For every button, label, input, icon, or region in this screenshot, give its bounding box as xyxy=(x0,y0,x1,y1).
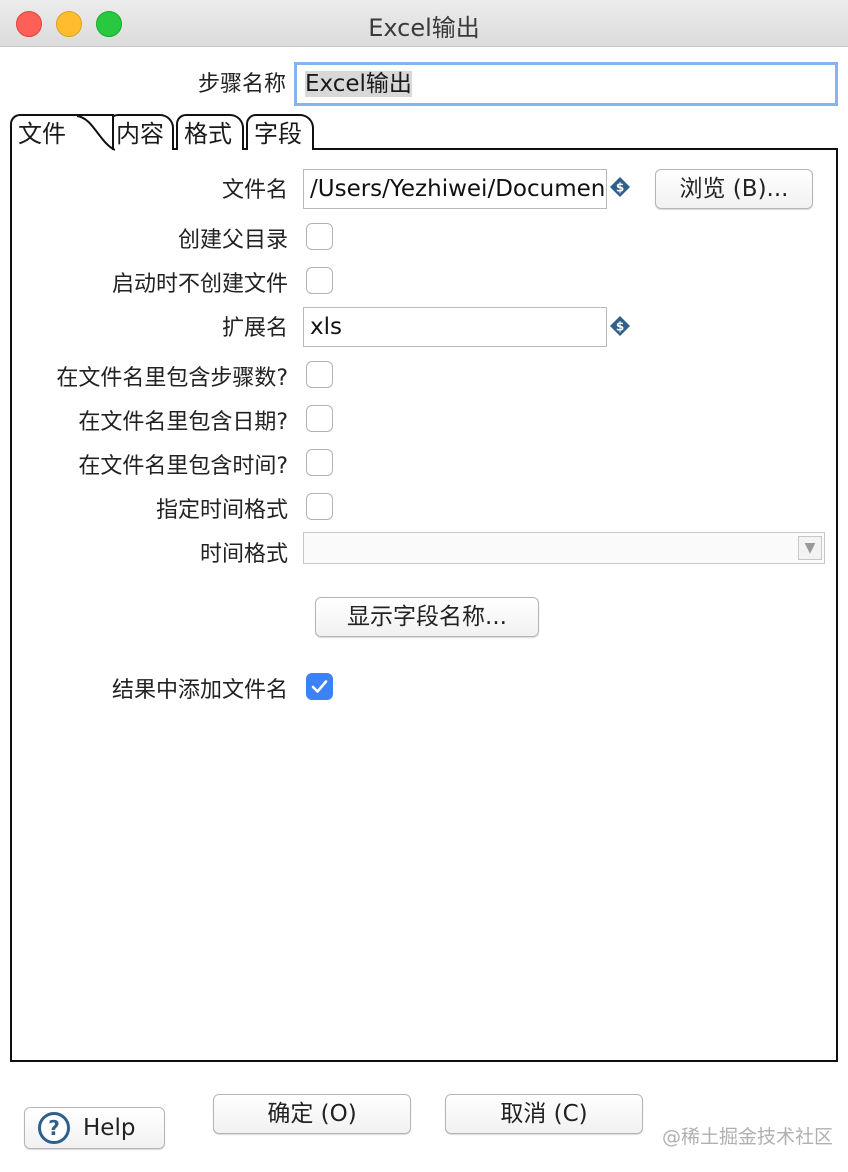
include-time-checkbox[interactable] xyxy=(306,449,333,476)
no-create-at-start-label: 启动时不创建文件 xyxy=(111,272,288,297)
window-titlebar: Excel输出 xyxy=(0,0,848,47)
variable-dollar-icon[interactable]: $ xyxy=(609,176,631,198)
svg-text:$: $ xyxy=(616,320,624,334)
help-question-icon: ? xyxy=(38,1112,70,1144)
extension-label: 扩展名 xyxy=(221,316,288,341)
show-fields-button[interactable]: 显示字段名称... xyxy=(315,597,539,637)
create-parent-folder-checkbox[interactable] xyxy=(306,223,333,250)
time-format-select[interactable]: ▼ xyxy=(303,532,825,564)
tab-file-label: 文件 xyxy=(18,120,66,148)
watermark: @稀土掘金技术社区 xyxy=(662,1126,834,1148)
tab-format[interactable]: 格式 xyxy=(176,114,244,150)
specify-format-label: 指定时间格式 xyxy=(155,498,288,523)
cancel-button[interactable]: 取消 (C) xyxy=(445,1094,643,1134)
svg-text:?: ? xyxy=(48,1116,60,1140)
step-name-label: 步骤名称 xyxy=(197,72,286,97)
tab-curve xyxy=(76,115,115,151)
tab-content[interactable]: 内容 xyxy=(108,114,174,150)
include-stepnr-checkbox[interactable] xyxy=(306,361,333,388)
ok-button[interactable]: 确定 (O) xyxy=(213,1094,411,1134)
chevron-down-icon[interactable]: ▼ xyxy=(798,536,822,560)
tab-file[interactable]: 文件 xyxy=(10,114,115,151)
checkmark-icon xyxy=(311,680,328,693)
include-date-checkbox[interactable] xyxy=(306,405,333,432)
time-format-label: 时间格式 xyxy=(199,542,288,567)
create-parent-folder-label: 创建父目录 xyxy=(177,228,288,253)
help-button[interactable]: ? Help xyxy=(24,1107,165,1149)
extension-input[interactable]: xls xyxy=(303,307,607,347)
filename-input[interactable]: /Users/Yezhiwei/Documen xyxy=(303,169,607,209)
no-create-at-start-checkbox[interactable] xyxy=(306,267,333,294)
include-time-label: 在文件名里包含时间? xyxy=(78,454,288,479)
step-name-input[interactable]: Excel输出 xyxy=(294,62,838,106)
svg-text:$: $ xyxy=(616,181,624,195)
tab-fields[interactable]: 字段 xyxy=(246,114,314,150)
help-button-label: Help xyxy=(83,1115,136,1141)
variable-dollar-icon[interactable]: $ xyxy=(609,315,631,337)
include-stepnr-label: 在文件名里包含步骤数? xyxy=(56,366,288,391)
add-to-result-checkbox[interactable] xyxy=(306,673,333,700)
window-title: Excel输出 xyxy=(368,14,480,42)
browse-button[interactable]: 浏览 (B)... xyxy=(655,169,813,209)
include-date-label: 在文件名里包含日期? xyxy=(78,410,288,435)
specify-format-checkbox[interactable] xyxy=(306,493,333,520)
add-to-result-label: 结果中添加文件名 xyxy=(111,678,288,703)
filename-label: 文件名 xyxy=(221,178,288,203)
